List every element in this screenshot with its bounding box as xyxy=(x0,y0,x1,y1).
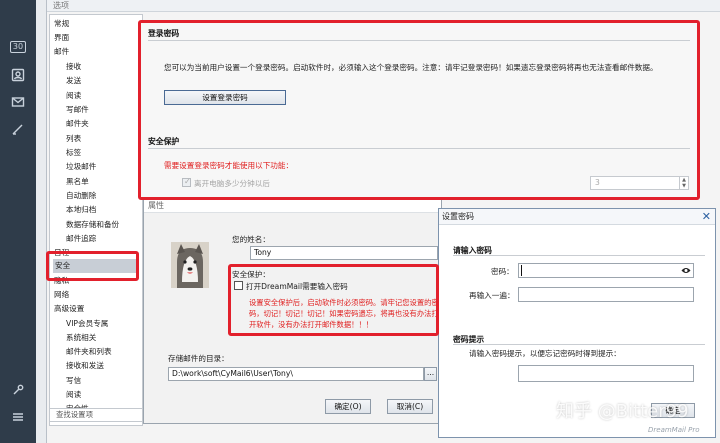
nav-item[interactable]: 邮件 xyxy=(54,45,69,59)
nav-item[interactable]: 接收 xyxy=(66,60,81,74)
password-hint-input[interactable] xyxy=(518,365,694,382)
nav-item[interactable]: 界面 xyxy=(54,31,69,45)
options-nav-list: 常规 界面 邮件 接收 发送 阅读 写邮件 邮件夹 列表 标签 垃圾邮件 黑名单 自动删除 本地归档 数据存… xyxy=(49,14,143,426)
confirm-password-label: 再输入一遍： xyxy=(469,291,515,300)
divider xyxy=(453,344,705,345)
ok-button[interactable]: 确定(O) xyxy=(325,399,371,414)
nav-item[interactable]: 接收和发送 xyxy=(66,359,104,373)
text-cursor xyxy=(521,265,522,276)
mail-icon[interactable] xyxy=(0,89,36,115)
wrench-icon[interactable] xyxy=(0,377,36,403)
close-icon[interactable]: ✕ xyxy=(702,210,711,223)
app-sidebar: 30 xyxy=(0,0,36,443)
annotation-box-password-settings xyxy=(138,20,700,200)
name-input[interactable]: Tony xyxy=(250,246,438,260)
nav-item[interactable]: 邮件追踪 xyxy=(66,232,96,246)
nav-item[interactable]: 邮件夹和列表 xyxy=(66,345,112,359)
nav-item[interactable]: 高级设置 xyxy=(54,302,84,316)
password-input[interactable] xyxy=(518,263,694,278)
cancel-button[interactable]: 取消(C) xyxy=(387,399,433,414)
nav-item[interactable]: 自动删除 xyxy=(66,189,96,203)
edit-icon[interactable] xyxy=(0,116,36,142)
nav-item[interactable]: 黑名单 xyxy=(66,175,89,189)
annotation-box-protect-option xyxy=(228,264,439,336)
nav-item[interactable]: 邮件夹 xyxy=(66,117,89,131)
nav-item[interactable]: 标签 xyxy=(66,146,81,160)
dialog-title: 选项 xyxy=(47,0,720,12)
watermark-text: 知乎 @Bitter99 xyxy=(556,401,689,422)
nav-item[interactable]: 阅读 xyxy=(66,89,81,103)
set-password-title: 设置密码 xyxy=(439,209,715,225)
properties-title: 属性 xyxy=(144,199,441,213)
annotation-box-security-nav xyxy=(46,251,139,281)
brand-label: DreamMail Pro xyxy=(648,426,700,434)
nav-item[interactable]: 垃圾邮件 xyxy=(66,160,96,174)
show-password-icon[interactable] xyxy=(681,266,691,275)
settings-search-input[interactable]: 查找设置项 xyxy=(49,408,143,422)
nav-item[interactable]: 数据存储和备份 xyxy=(66,218,119,232)
confirm-password-input[interactable] xyxy=(518,287,694,302)
hint-description: 请输入密码提示，以便忘记密码时得到提示： xyxy=(469,349,621,358)
browse-button[interactable]: ... xyxy=(424,367,437,381)
contacts-icon[interactable] xyxy=(0,62,36,88)
calendar-day-label: 30 xyxy=(9,41,27,53)
nav-item[interactable]: 发送 xyxy=(66,74,81,88)
nav-item[interactable]: 常规 xyxy=(54,17,69,31)
nav-item[interactable]: 写邮件 xyxy=(66,103,89,117)
calendar-icon[interactable]: 30 xyxy=(0,34,36,60)
nav-item[interactable]: 列表 xyxy=(66,132,81,146)
nav-item[interactable]: 网络 xyxy=(54,288,69,302)
password-label: 密码： xyxy=(491,267,514,276)
name-label: 您的姓名： xyxy=(232,235,270,244)
nav-item[interactable]: 写信 xyxy=(66,374,81,388)
storage-dir-label: 存储邮件的目录： xyxy=(168,354,229,363)
nav-item[interactable]: VIP会员专属 xyxy=(66,317,108,331)
storage-dir-input[interactable]: D:\work\soft\CyMail6\User\Tony\ xyxy=(168,367,424,381)
nav-item[interactable]: 阅读 xyxy=(66,388,81,402)
nav-item[interactable]: 系统相关 xyxy=(66,331,96,345)
divider xyxy=(453,255,705,256)
user-avatar[interactable] xyxy=(171,242,209,288)
nav-item[interactable]: 本地归档 xyxy=(66,203,96,217)
menu-icon[interactable] xyxy=(0,404,36,430)
